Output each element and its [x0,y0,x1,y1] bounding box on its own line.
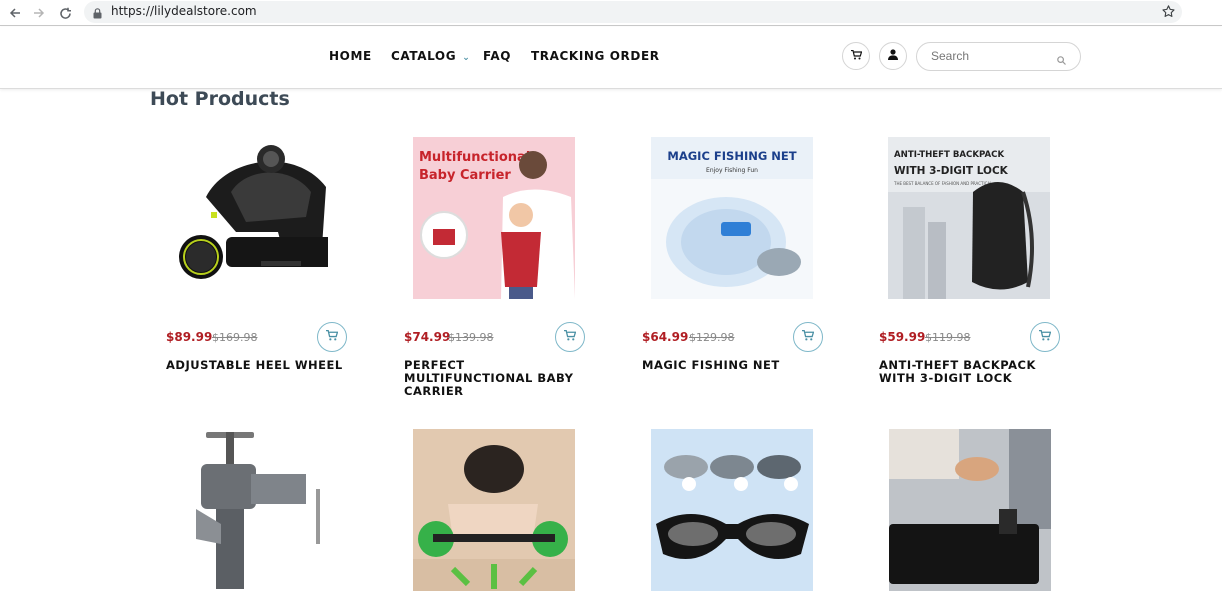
cart-icon [564,328,577,346]
image-text: MAGIC FISHING NET [667,149,796,163]
product-title[interactable]: ANTI-THEFT BACKPACK WITH 3-DIGIT LOCK [879,359,1071,385]
price-row: $89.99 $169.98 [166,322,366,352]
add-to-cart-button[interactable] [317,322,347,352]
menu-item-tracking-order[interactable]: TRACKING ORDER [531,49,660,63]
forward-arrow-icon[interactable] [30,4,48,22]
image-text: Enjoy Fishing Fun [706,167,758,174]
site-header: HOME CATALOG ⌄ FAQ TRACKING ORDER [0,27,1222,89]
bookmark-star-icon[interactable] [1161,4,1176,24]
product-image[interactable]: ANTI-THEFT BACKPACK WITH 3-DIGIT LOCK TH… [888,137,1050,299]
compare-price: $129.98 [689,331,735,344]
price-row: $59.99 $119.98 [879,322,1079,352]
product-image[interactable] [413,429,575,591]
menu-item-catalog-label: CATALOG [391,49,457,63]
section-title: Hot Products [150,88,290,110]
menu-item-faq[interactable]: FAQ [483,49,511,63]
sale-price: $89.99 [166,330,213,344]
search-icon[interactable] [1057,52,1066,70]
image-text: WITH 3-DIGIT LOCK [894,165,1009,177]
reload-icon[interactable] [56,4,74,22]
compare-price: $169.98 [212,331,258,344]
sale-price: $64.99 [642,330,689,344]
product-title[interactable]: PERFECT MULTIFUNCTIONAL BABY CARRIER [404,359,596,398]
price-row: $64.99 $129.98 [642,322,842,352]
search-input[interactable] [931,49,1051,63]
product-image[interactable] [166,137,328,299]
menu-item-catalog[interactable]: CATALOG ⌄ [391,49,470,63]
add-to-cart-button[interactable] [1030,322,1060,352]
add-to-cart-button[interactable] [793,322,823,352]
menu-item-home[interactable]: HOME [329,49,372,63]
image-text: ANTI-THEFT BACKPACK [894,150,1004,160]
chevron-down-icon: ⌄ [462,53,471,63]
search-box [916,42,1081,71]
product-image[interactable]: Multifunctional Baby Carrier [413,137,575,299]
product-image[interactable]: MAGIC FISHING NET Enjoy Fishing Fun [651,137,813,299]
compare-price: $139.98 [448,331,494,344]
image-text: Multifunctional [419,150,530,165]
lock-icon [93,6,102,24]
product-title[interactable]: MAGIC FISHING NET [642,359,834,372]
product-title[interactable]: ADJUSTABLE HEEL WHEEL [166,359,358,372]
account-button[interactable] [879,42,907,70]
cart-button[interactable] [842,42,870,70]
sale-price: $59.99 [879,330,926,344]
user-icon [888,47,898,65]
product-image[interactable] [889,429,1051,591]
sale-price: $74.99 [404,330,451,344]
cart-icon [1039,328,1052,346]
back-arrow-icon[interactable] [6,4,24,22]
product-image[interactable] [176,429,338,591]
product-image[interactable] [651,429,813,591]
image-text: Baby Carrier [419,168,511,183]
cart-icon [802,328,815,346]
browser-toolbar: https://lilydealstore.com [0,0,1222,26]
url-text: https://lilydealstore.com [111,4,257,18]
address-bar[interactable]: https://lilydealstore.com [84,1,1182,23]
cart-icon [850,47,862,65]
cart-icon [326,328,339,346]
compare-price: $119.98 [925,331,971,344]
price-row: $74.99 $139.98 [404,322,604,352]
add-to-cart-button[interactable] [555,322,585,352]
image-text: THE BEST BALANCE OF FASHION AND PRACTICA… [893,181,993,186]
